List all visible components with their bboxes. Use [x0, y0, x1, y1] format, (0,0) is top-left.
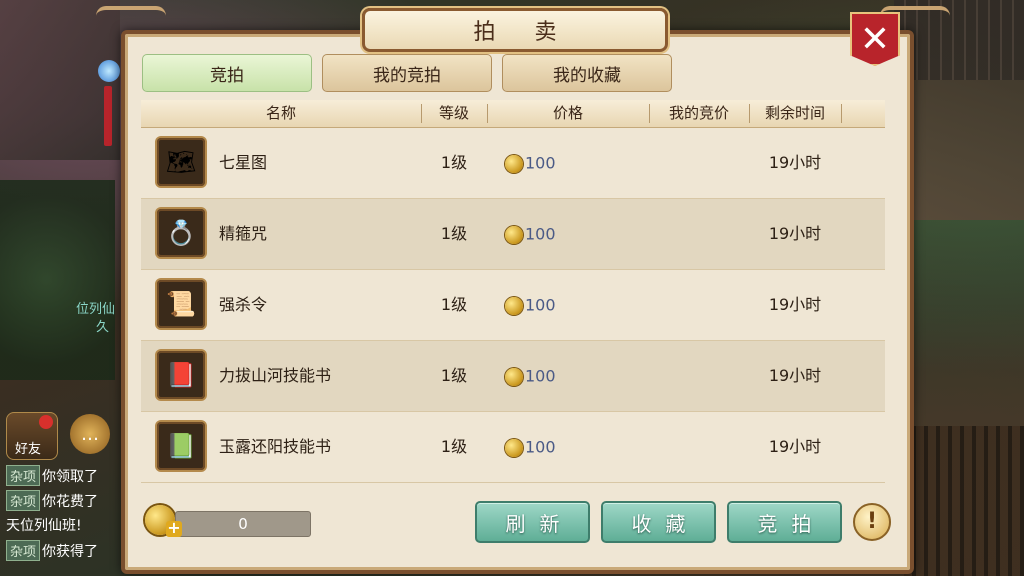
item-time-left: 19小时 — [768, 153, 822, 172]
friends-button[interactable]: 好友 — [6, 412, 58, 460]
lantern-pendant-icon — [98, 60, 120, 82]
info-button[interactable]: ! — [853, 503, 891, 541]
item-my-bid — [649, 341, 749, 411]
gold-balance: 0 — [175, 511, 311, 537]
tab-my-favorites[interactable]: 我的收藏 — [502, 54, 672, 92]
header-level: 等级 — [438, 104, 469, 122]
table-row[interactable]: 📜 强杀令 1级 100 19小时 — [141, 270, 885, 341]
coin-icon — [505, 154, 523, 173]
header-price: 价格 — [552, 104, 583, 122]
item-my-bid — [649, 412, 749, 482]
table-row[interactable]: 💍 精箍咒 1级 100 19小时 — [141, 199, 885, 270]
side-quest-text-2: 久 — [96, 320, 110, 335]
window-title-plate: 拍 卖 — [362, 8, 668, 52]
header-name: 名称 — [265, 104, 296, 122]
bid-button[interactable]: 竞拍 — [727, 501, 842, 543]
chat-bubble-button[interactable]: … — [70, 414, 110, 454]
item-time-left: 19小时 — [768, 366, 822, 385]
corner-ornament-left — [96, 6, 166, 36]
item-time-left: 19小时 — [768, 295, 822, 314]
header-my-bid: 我的竞价 — [668, 104, 729, 122]
coin-icon — [505, 367, 523, 386]
table-row[interactable]: 📕 力拔山河技能书 1级 100 19小时 — [141, 341, 885, 412]
item-name: 玉露还阳技能书 — [219, 437, 332, 456]
item-name: 七星图 — [219, 153, 268, 172]
treasure-map-icon: 🗺 — [157, 138, 205, 186]
chat-line-2: 杂项 你花费了 — [6, 490, 98, 511]
item-name: 强杀令 — [219, 295, 268, 314]
item-name: 力拔山河技能书 — [219, 366, 332, 385]
kill-order-scroll-icon: 📜 — [157, 280, 205, 328]
chat-line-4: 杂项 你获得了 — [6, 540, 98, 561]
notification-dot-icon — [39, 415, 53, 429]
green-skill-book-icon: 📗 — [157, 422, 205, 470]
background-tree — [0, 180, 115, 380]
item-level: 1级 — [440, 153, 468, 172]
refresh-button[interactable]: 刷新 — [475, 501, 590, 543]
item-name: 精箍咒 — [219, 224, 268, 243]
chat-line-3: 天位列仙班! — [6, 518, 82, 534]
coin-icon — [505, 296, 523, 315]
coin-icon — [505, 438, 523, 457]
header-divider — [841, 104, 842, 123]
add-gold-button[interactable]: + — [166, 520, 182, 537]
table-row[interactable]: 🗺 七星图 1级 100 19小时 — [141, 128, 885, 199]
item-price: 100 — [505, 128, 645, 198]
tab-auction[interactable]: 竞拍 — [142, 54, 312, 92]
chat-line-1: 杂项 你领取了 — [6, 465, 98, 486]
chat-icon: … — [81, 423, 99, 445]
tab-my-bids[interactable]: 我的竞拍 — [322, 54, 492, 92]
tassel-icon — [104, 86, 112, 146]
close-icon: ✕ — [859, 18, 891, 60]
item-time-left: 19小时 — [768, 224, 822, 243]
footer-bar: 0 + 刷新 收藏 竞拍 ! — [141, 493, 891, 553]
coin-icon — [505, 225, 523, 244]
friends-label: 好友 — [15, 442, 42, 457]
window-title: 拍 卖 — [473, 20, 573, 45]
table-header: 名称 等级 价格 我的竞价 剩余时间 — [141, 100, 885, 128]
golden-ring-icon: 💍 — [157, 209, 205, 257]
table-row[interactable]: 📗 玉露还阳技能书 1级 100 19小时 — [141, 412, 885, 483]
item-level: 1级 — [440, 366, 468, 385]
item-price: 100 — [505, 199, 645, 269]
item-level: 1级 — [440, 437, 468, 456]
item-my-bid — [649, 270, 749, 340]
side-quest-text: 位列仙 — [76, 302, 116, 317]
item-price: 100 — [505, 341, 645, 411]
favorite-button[interactable]: 收藏 — [601, 501, 716, 543]
item-level: 1级 — [440, 295, 468, 314]
skill-book-scroll-icon: 📕 — [157, 351, 205, 399]
item-level: 1级 — [440, 224, 468, 243]
item-my-bid — [649, 128, 749, 198]
item-time-left: 19小时 — [768, 437, 822, 456]
close-button[interactable]: ✕ — [850, 12, 900, 66]
item-my-bid — [649, 199, 749, 269]
background-fence — [904, 426, 1024, 576]
item-price: 100 — [505, 412, 645, 482]
item-price: 100 — [505, 270, 645, 340]
header-time-left: 剩余时间 — [764, 104, 825, 122]
